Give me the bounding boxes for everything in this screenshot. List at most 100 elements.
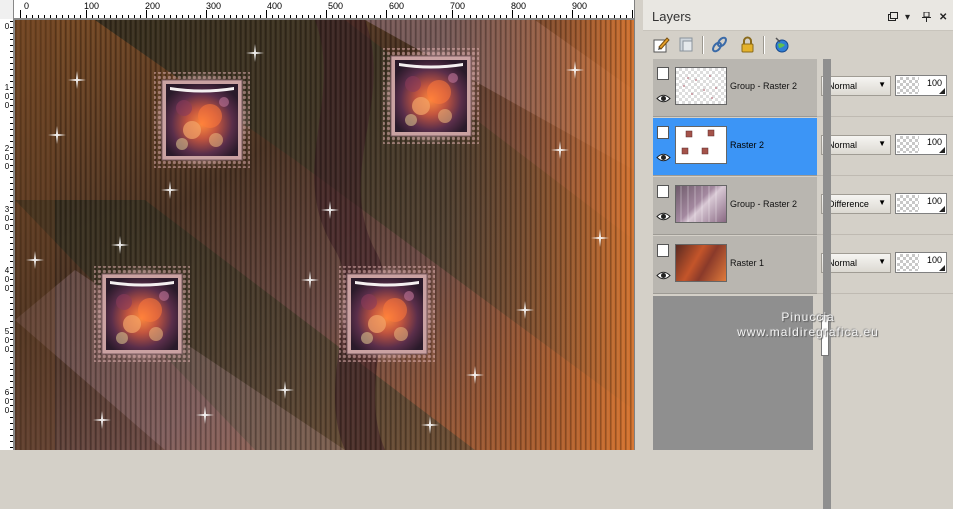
pin-icon[interactable] (922, 11, 931, 25)
ruler-tick (110, 15, 111, 18)
layer-item[interactable]: Group - Raster 2 (653, 177, 817, 235)
opacity-field[interactable]: 100 (895, 134, 947, 155)
ruler-tick (206, 10, 207, 18)
ruler-tick (446, 15, 447, 18)
opacity-swatch (897, 136, 919, 153)
blend-mode-dropdown[interactable]: Normal ▼ (821, 253, 891, 273)
ruler-tick (434, 15, 435, 18)
layer-list-scrollbar[interactable] (823, 59, 831, 509)
blend-mode-value: Difference (828, 199, 869, 209)
ruler-tick (80, 15, 81, 18)
layer-thumbnail (675, 67, 727, 105)
ruler-tick (104, 15, 105, 18)
ruler-tick (266, 10, 267, 18)
ruler-tick (10, 87, 13, 88)
close-icon[interactable]: ✕ (939, 12, 947, 23)
eye-icon[interactable] (656, 93, 671, 104)
layer-item[interactable]: Group - Raster 2 (653, 59, 817, 117)
ruler-tick (290, 15, 291, 18)
ruler-tick (374, 15, 375, 18)
ruler-tick (10, 105, 13, 106)
edit-layer-icon[interactable] (653, 36, 670, 53)
opacity-swatch (897, 254, 919, 271)
ruler-tick (302, 15, 303, 18)
ruler-tick (10, 315, 13, 316)
ruler-tick (32, 15, 33, 18)
opacity-value: 100 (926, 137, 942, 147)
ruler-tick (452, 10, 453, 18)
eye-icon[interactable] (656, 211, 671, 222)
ruler-tick (10, 285, 13, 286)
ruler-tick (10, 243, 13, 244)
link-icon[interactable] (711, 36, 728, 53)
globe-icon[interactable] (773, 36, 790, 53)
layer-thumbnail (675, 244, 727, 282)
blend-mode-dropdown[interactable]: Normal ▼ (821, 135, 891, 155)
horizontal-ruler: 0 100 200 300 400 500 600 700 800 900 (0, 0, 634, 19)
ruler-tick (134, 15, 135, 18)
ruler-tick (542, 15, 543, 18)
opacity-field[interactable]: 100 (895, 75, 947, 96)
ruler-tick (422, 15, 423, 18)
ruler-tick (554, 15, 555, 18)
float-icon[interactable] (888, 12, 898, 24)
ruler-tick (314, 15, 315, 18)
ruler-tick (10, 117, 13, 118)
ruler-tick (182, 15, 183, 18)
layer-row[interactable]: Raster 1 Normal ▼ 100 (653, 236, 953, 294)
ruler-tick (10, 309, 13, 310)
blend-mode-dropdown[interactable]: Normal ▼ (821, 76, 891, 96)
watermark-url: www.maldiregrafica.eu (737, 325, 879, 339)
ruler-tick (10, 303, 13, 304)
ruler-tick (170, 15, 171, 18)
opacity-field[interactable]: 100 (895, 193, 947, 214)
ruler-tick (10, 447, 13, 448)
layer-row[interactable]: Group - Raster 2 Difference ▼ 100 (653, 177, 953, 235)
new-raster-icon[interactable] (678, 36, 695, 53)
toolbar-separator (702, 36, 704, 54)
ruler-tick (10, 435, 13, 436)
layer-item[interactable]: Raster 2 (653, 118, 817, 176)
image-canvas-area[interactable]: 0 100 200 300 400 500 600 700 800 900 0 … (0, 0, 634, 450)
ruler-tick (332, 15, 333, 18)
ruler-tick (10, 405, 13, 406)
watermark: Pinuccia www.maldiregrafica.eu (688, 310, 928, 339)
lock-icon[interactable] (739, 36, 756, 53)
ruler-tick (572, 10, 573, 18)
menu-arrow-icon[interactable]: ▾ (905, 12, 910, 23)
artwork-image[interactable] (15, 20, 634, 450)
ruler-tick (10, 333, 13, 334)
ruler-tick (10, 441, 13, 442)
ruler-tick (284, 15, 285, 18)
ruler-tick (10, 363, 13, 364)
ruler-tick (626, 15, 627, 18)
layer-item[interactable]: Raster 1 (653, 236, 817, 294)
ruler-tick (10, 411, 13, 412)
eye-icon[interactable] (656, 152, 671, 163)
panel-splitter[interactable] (634, 0, 643, 450)
ruler-label: 500 (328, 1, 344, 11)
ruler-tick (10, 279, 13, 280)
ruler-tick (10, 339, 13, 340)
ruler-tick (86, 10, 87, 18)
layer-row[interactable]: Group - Raster 2 Normal ▼ 100 (653, 59, 953, 117)
ruler-tick (272, 15, 273, 18)
layer-properties: Normal ▼ 100 (817, 59, 953, 117)
ruler-tick (10, 231, 13, 232)
ruler-tick (10, 33, 13, 34)
blend-mode-dropdown[interactable]: Difference ▼ (821, 194, 891, 214)
ruler-tick (44, 15, 45, 18)
layer-row[interactable]: Raster 2 Normal ▼ 100 (653, 118, 953, 176)
chevron-down-icon: ▼ (878, 198, 886, 207)
ruler-tick (212, 15, 213, 18)
ruler-tick (476, 15, 477, 18)
opacity-corner-icon (939, 265, 945, 271)
ruler-tick (10, 147, 13, 148)
ruler-tick (10, 369, 13, 370)
ruler-tick (10, 99, 13, 100)
opacity-field[interactable]: 100 (895, 252, 947, 273)
ruler-tick (518, 15, 519, 18)
eye-icon[interactable] (656, 270, 671, 281)
layer-thumbnail (675, 185, 727, 223)
ruler-tick (566, 15, 567, 18)
